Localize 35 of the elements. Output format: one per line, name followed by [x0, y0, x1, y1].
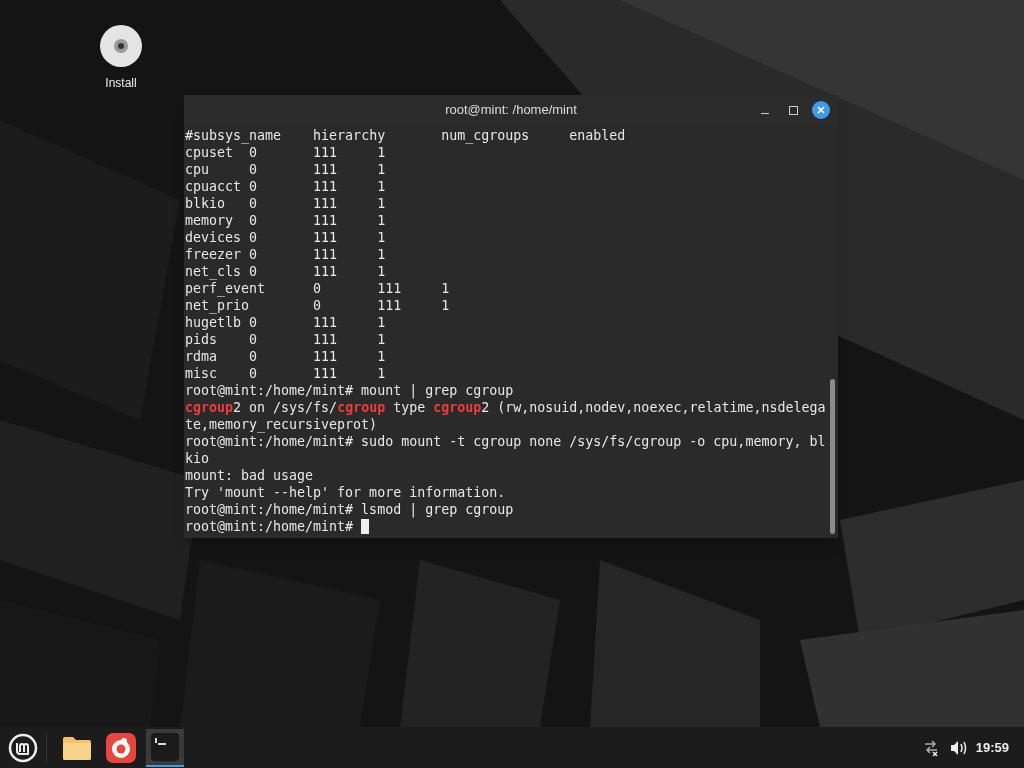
terminal-line: root@mint:/home/mint# lsmod | grep cgroup	[185, 501, 514, 518]
terminal-line: cpuset 0 111 1	[185, 144, 386, 161]
terminal-line: root@mint:/home/mint#	[185, 518, 354, 535]
terminal-line: freezer 0 111 1	[185, 246, 386, 263]
terminal-line: net_cls 0 111 1	[185, 263, 386, 280]
terminal-line: blkio 0 111 1	[185, 195, 386, 212]
terminal-line: root@mint:/home/mint# sudo mount -t cgroup none /sys/fs/cgroup -o cpu,memory, bl	[185, 433, 826, 450]
terminal-line: te,memory_recursiveprot)	[185, 416, 378, 433]
terminal-line: cpu 0 111 1	[185, 161, 386, 178]
terminal-line: net_prio 0 111 1	[185, 297, 450, 314]
terminal-line: misc 0 111 1	[185, 365, 386, 382]
disc-icon[interactable]	[99, 24, 143, 68]
terminal-line: cgroup2 on /sys/fs/cgroup type cgroup2 (rw,nosuid,nodev,noexec,relatime,nsdelega	[185, 399, 826, 416]
close-icon	[817, 106, 825, 114]
window-title: root@mint: /home/mint	[445, 101, 577, 120]
terminal-line: cpuacct 0 111 1	[185, 178, 386, 195]
desktop-icon-label[interactable]: Install	[105, 74, 137, 92]
taskbar-app[interactable]	[146, 728, 184, 767]
terminal-line: rdma 0 111 1	[185, 348, 386, 365]
terminal-line: #subsys_name hierarchy num_cgroups enabled	[185, 127, 626, 144]
folder-icon	[62, 734, 92, 761]
terminal-line: root@mint:/home/mint# mount | grep cgroup	[185, 382, 514, 399]
terminal-line: pids 0 111 1	[185, 331, 386, 348]
terminal-line: memory 0 111 1	[185, 212, 386, 229]
mint-logo-icon	[8, 732, 38, 763]
terminal-line: kio	[185, 450, 210, 467]
close-button[interactable]	[812, 101, 830, 119]
terminal-line: perf_event 0 111 1	[185, 280, 450, 297]
terminal-line: mount: bad usage	[185, 467, 314, 484]
terminal-line: devices 0 111 1	[185, 229, 386, 246]
terminal-icon	[150, 731, 180, 762]
terminal-line: hugetlb 0 111 1	[185, 314, 386, 331]
volume-icon[interactable]	[949, 739, 968, 756]
clock[interactable]: 19:59	[975, 737, 1009, 758]
terminal-line: Try 'mount --help' for more information.	[185, 484, 506, 501]
